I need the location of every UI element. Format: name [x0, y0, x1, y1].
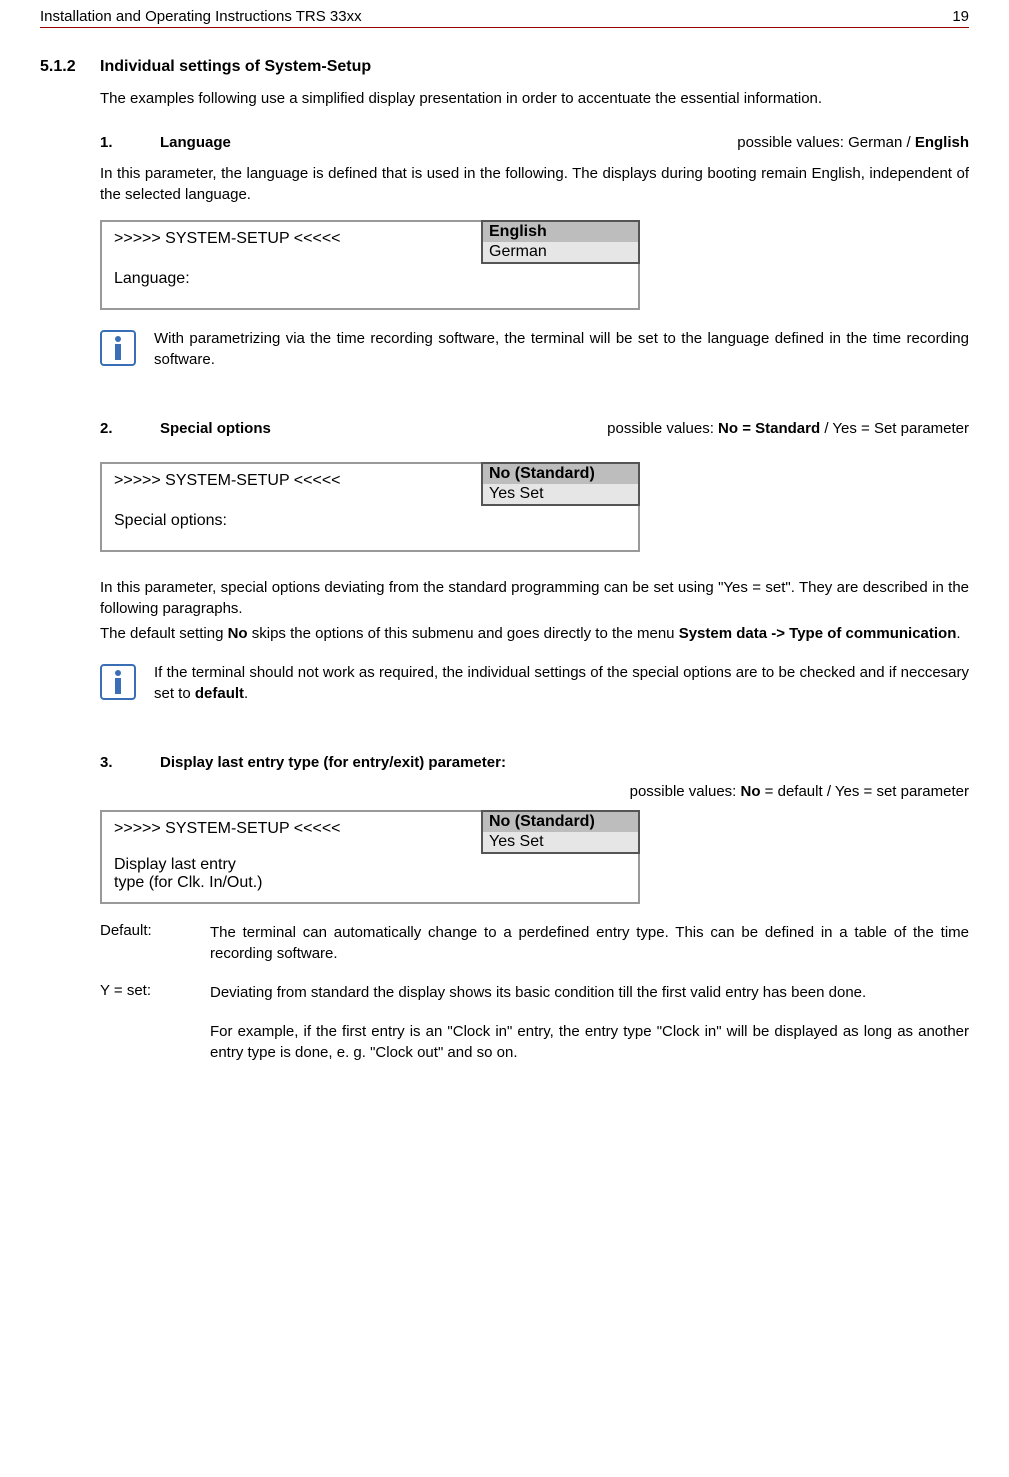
param-2-num: 2. [100, 420, 160, 437]
param-1-name: Language [160, 134, 231, 151]
option-other: Yes Set [483, 832, 638, 852]
option-other: Yes Set [483, 484, 638, 504]
example-text: For example, if the first entry is an "C… [210, 1021, 969, 1063]
param-3-example: For example, if the first entry is an "C… [100, 1021, 969, 1063]
section-number: 5.1.2 [40, 58, 100, 76]
param-3-header: 3. Display last entry type (for entry/ex… [100, 754, 969, 771]
header-left: Installation and Operating Instructions … [40, 8, 362, 25]
set-label: Y = set: [100, 982, 210, 1003]
info-icon [100, 664, 136, 700]
param-2-values: possible values: No = Standard / Yes = S… [607, 420, 969, 437]
option-other: German [483, 242, 638, 262]
header-page-number: 19 [952, 8, 969, 25]
display-options: No (Standard) Yes Set [481, 810, 640, 854]
set-text: Deviating from standard the display show… [210, 982, 969, 1003]
param-2-desc1: In this parameter, special options devia… [100, 577, 969, 619]
default-label: Default: [100, 922, 210, 964]
param-1-header: 1. Language possible values: German / En… [100, 134, 969, 151]
display-label: Special options: [114, 512, 469, 530]
param-1-num: 1. [100, 134, 160, 151]
param-1-values: possible values: German / English [737, 134, 969, 151]
option-selected: No (Standard) [483, 812, 638, 832]
section-heading: 5.1.2 Individual settings of System-Setu… [40, 58, 969, 76]
param-2-name: Special options [160, 420, 271, 437]
param-3-values: possible values: No = default / Yes = se… [100, 783, 969, 800]
param-3-num: 3. [100, 754, 160, 771]
display-title: >>>>> SYSTEM-SETUP <<<<< [114, 820, 469, 838]
param-1-desc: In this parameter, the language is defin… [100, 163, 969, 205]
display-options: No (Standard) Yes Set [481, 462, 640, 506]
section-intro: The examples following use a simplified … [100, 88, 969, 109]
display-label: Language: [114, 270, 469, 288]
display-label-line2: type (for Clk. In/Out.) [114, 874, 469, 892]
param-2-display: >>>>> SYSTEM-SETUP <<<<< Special options… [100, 462, 640, 552]
option-selected: English [483, 222, 638, 242]
info-icon [100, 330, 136, 366]
option-selected: No (Standard) [483, 464, 638, 484]
param-1-display: >>>>> SYSTEM-SETUP <<<<< Language: Engli… [100, 220, 640, 310]
display-options: English German [481, 220, 640, 264]
display-label-line1: Display last entry [114, 856, 469, 874]
section-title: Individual settings of System-Setup [100, 58, 371, 76]
param-1-info: With parametrizing via the time recordin… [100, 328, 969, 370]
display-title: >>>>> SYSTEM-SETUP <<<<< [114, 472, 469, 490]
param-2-info: If the terminal should not work as requi… [100, 662, 969, 704]
info-text: With parametrizing via the time recordin… [154, 328, 969, 370]
default-text: The terminal can automatically change to… [210, 922, 969, 964]
param-2-header: 2. Special options possible values: No =… [100, 420, 969, 437]
param-3-set: Y = set: Deviating from standard the dis… [100, 982, 969, 1003]
param-3-default: Default: The terminal can automatically … [100, 922, 969, 964]
param-2-desc2: The default setting No skips the options… [100, 623, 969, 644]
info-text: If the terminal should not work as requi… [154, 662, 969, 704]
param-3-display: >>>>> SYSTEM-SETUP <<<<< Display last en… [100, 810, 640, 904]
page-header: Installation and Operating Instructions … [40, 0, 969, 28]
display-title: >>>>> SYSTEM-SETUP <<<<< [114, 230, 469, 248]
param-3-name: Display last entry type (for entry/exit)… [160, 754, 506, 771]
